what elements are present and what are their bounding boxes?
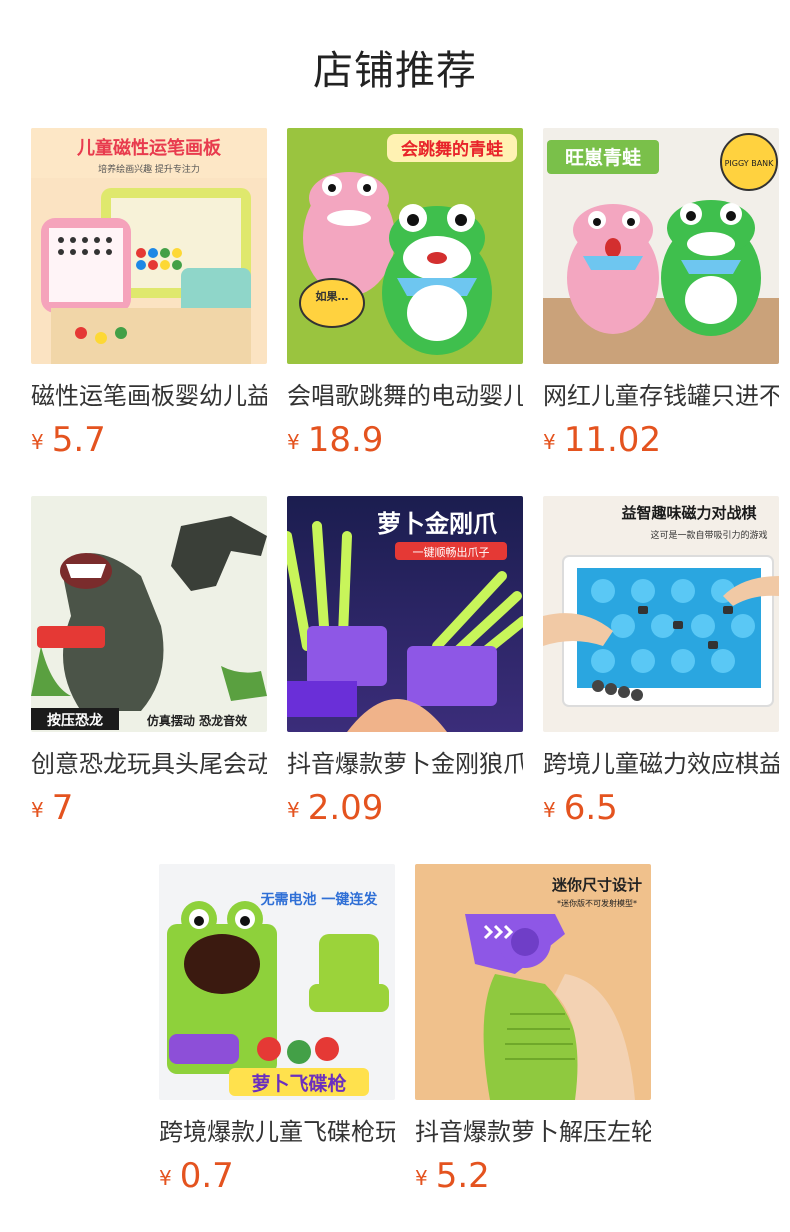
image-caption: 萝卜飞碟枪 <box>251 1072 346 1095</box>
product-price: ¥7 <box>31 788 267 834</box>
currency-symbol: ¥ <box>31 798 44 822</box>
currency-symbol: ¥ <box>543 798 556 822</box>
product-name[interactable]: 跨境儿童磁力效应棋益智 <box>543 748 779 780</box>
product-image[interactable]: 萝卜金刚爪 一键顺畅出爪子 <box>287 496 523 732</box>
price-value: 18.9 <box>307 420 384 460</box>
image-subcaption: 无需电池 一键连发 <box>260 891 379 908</box>
product-name[interactable]: 网红儿童存钱罐只进不出 <box>543 380 779 412</box>
product-card[interactable]: 会跳舞的青蛙 如果… 会唱歌跳舞的电动婴儿玩具 ¥18.9 <box>287 128 523 466</box>
currency-symbol: ¥ <box>287 430 300 454</box>
product-card[interactable]: 儿童磁性运笔画板 培养绘画兴趣 提升专注力 磁性运笔画板婴幼儿益 ¥ 5.7 <box>31 128 267 466</box>
product-image[interactable]: 旺崽青蛙 PIGGY BANK <box>543 128 779 364</box>
product-card[interactable]: 益智趣味磁力对战棋 这可是一款自带吸引力的游戏 跨境儿童磁力效应棋益 ¥ 6.5 <box>543 496 779 834</box>
image-caption: 按压恐龙 <box>47 712 103 729</box>
product-card[interactable]: 萝卜金刚爪 一键顺畅出爪子 抖音爆款萝卜金刚狼爪子 ¥2.09 <box>287 496 523 834</box>
image-caption: 迷你尺寸设计 <box>551 876 642 894</box>
currency-symbol: ¥ <box>31 430 44 454</box>
product-name[interactable]: 抖音爆款萝卜解压左轮枪 <box>415 1116 651 1148</box>
product-image[interactable]: 无需电池 一键连发 萝卜飞碟枪 <box>159 864 395 1100</box>
product-price: ¥6.5 <box>543 788 779 834</box>
product-grid: 儿童磁性运笔画板 培养绘画兴趣 提升专注力 磁性运笔画板婴幼儿益 ¥ 5.7 会… <box>0 0 790 1232</box>
currency-symbol: ¥ <box>287 798 300 822</box>
image-caption: 旺崽青蛙 <box>565 146 641 169</box>
price-value: 5.7 <box>51 420 106 460</box>
price-value: 2.09 <box>307 788 384 828</box>
product-name[interactable]: 磁性运笔画板婴幼儿益智 <box>31 380 267 412</box>
price-value: 7 <box>51 788 74 828</box>
image-caption: 益智趣味磁力对战棋 <box>621 504 756 522</box>
image-subcaption: 仿真摆动 恐龙音效 <box>147 713 248 728</box>
image-subcaption: 如果… <box>316 289 349 303</box>
product-card[interactable]: 迷你尺寸设计 *迷你版不可发射模型* 抖音爆款萝卜解压左轮枪 ¥5.2 <box>415 864 651 1202</box>
image-caption: 萝卜金刚爪 <box>377 510 498 538</box>
image-subcaption: 这可是一款自带吸引力的游戏 <box>650 529 767 541</box>
product-name[interactable]: 创意恐龙玩具头尾会动 <box>31 748 267 780</box>
image-caption: 会跳舞的青蛙 <box>401 139 503 160</box>
image-subcaption: 培养绘画兴趣 提升专注力 <box>98 163 200 175</box>
currency-symbol: ¥ <box>415 1166 428 1190</box>
image-caption: 儿童磁性运笔画板 <box>76 137 222 159</box>
product-image[interactable]: 迷你尺寸设计 *迷你版不可发射模型* <box>415 864 651 1100</box>
product-price: ¥2.09 <box>287 788 523 834</box>
product-name[interactable]: 会唱歌跳舞的电动婴儿玩具 <box>287 380 523 412</box>
currency-symbol: ¥ <box>543 430 556 454</box>
image-subcaption: *迷你版不可发射模型* <box>557 898 637 908</box>
currency-symbol: ¥ <box>159 1166 172 1190</box>
product-name[interactable]: 跨境爆款儿童飞碟枪玩具 <box>159 1116 395 1148</box>
price-value: 11.02 <box>563 420 662 460</box>
product-image[interactable]: 益智趣味磁力对战棋 这可是一款自带吸引力的游戏 <box>543 496 779 732</box>
image-subcaption: PIGGY BANK <box>725 159 775 168</box>
product-price: ¥11.02 <box>543 420 779 466</box>
product-image[interactable]: 会跳舞的青蛙 如果… <box>287 128 523 364</box>
price-value: 0.7 <box>179 1156 234 1196</box>
price-value: 6.5 <box>563 788 618 828</box>
product-card[interactable]: 旺崽青蛙 PIGGY BANK 网红儿童存钱罐只进不出 ¥11.02 <box>543 128 779 466</box>
price-value: 5.2 <box>435 1156 490 1196</box>
image-subcaption: 一键顺畅出爪子 <box>413 545 490 559</box>
product-card[interactable]: 无需电池 一键连发 萝卜飞碟枪 跨境爆款儿童飞碟枪玩具 ¥0.7 <box>159 864 395 1202</box>
product-price: ¥18.9 <box>287 420 523 466</box>
product-price: ¥5.7 <box>31 420 267 466</box>
product-image[interactable]: 儿童磁性运笔画板 培养绘画兴趣 提升专注力 <box>31 128 267 364</box>
product-name[interactable]: 抖音爆款萝卜金刚狼爪子 <box>287 748 523 780</box>
product-price: ¥5.2 <box>415 1156 651 1202</box>
product-price: ¥0.7 <box>159 1156 395 1202</box>
product-card[interactable]: 按压恐龙 仿真摆动 恐龙音效 创意恐龙玩具头尾会动 ¥7 <box>31 496 267 834</box>
product-image[interactable]: 按压恐龙 仿真摆动 恐龙音效 <box>31 496 267 732</box>
